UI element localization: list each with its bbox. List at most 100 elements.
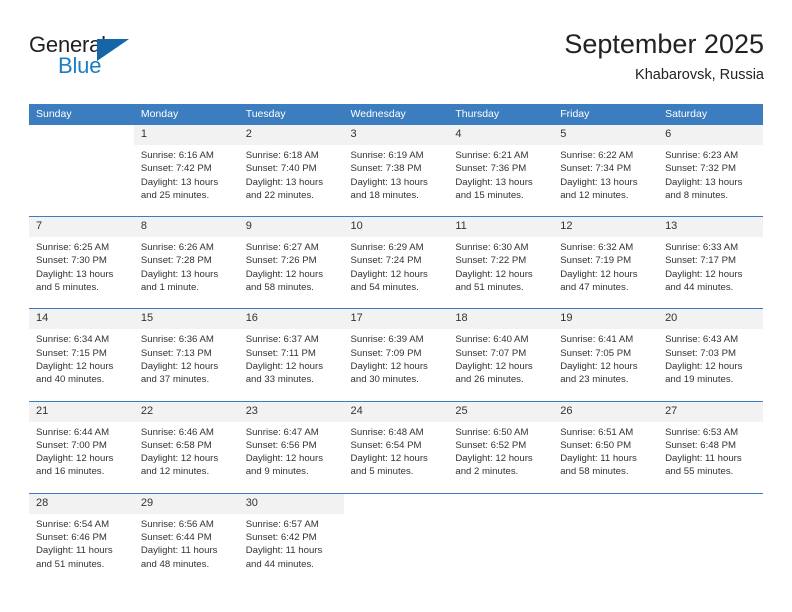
day-number[interactable]: 12 bbox=[553, 217, 659, 238]
sunset-time: Sunset: 6:46 PM bbox=[36, 532, 107, 544]
day-number[interactable]: 21 bbox=[29, 401, 134, 422]
day-number[interactable]: 24 bbox=[343, 401, 449, 422]
day-cell[interactable]: Sunrise: 6:41 AM Sunset: 7:05 PM Daylight:… bbox=[553, 329, 659, 389]
daylight-duration-line1: Daylight: 13 hours bbox=[560, 176, 638, 188]
empty-day-cell bbox=[658, 513, 763, 573]
day-cell[interactable]: Sunrise: 6:34 AM Sunset: 7:15 PM Daylight:… bbox=[29, 329, 134, 389]
day-cell[interactable]: Sunrise: 6:44 AM Sunset: 7:00 PM Daylight:… bbox=[29, 421, 134, 481]
day-cell[interactable]: Sunrise: 6:47 AM Sunset: 6:56 PM Daylight:… bbox=[238, 421, 344, 481]
general-blue-logo[interactable]: General Blue bbox=[29, 32, 149, 84]
day-cell[interactable]: Sunrise: 6:23 AM Sunset: 7:32 PM Daylight:… bbox=[658, 145, 763, 205]
day-cell[interactable]: Sunrise: 6:37 AM Sunset: 7:11 PM Daylight:… bbox=[238, 329, 344, 389]
daylight-duration-line1: Daylight: 13 hours bbox=[140, 268, 219, 280]
day-number[interactable]: 11 bbox=[448, 217, 554, 238]
day-cell[interactable]: Sunrise: 6:54 AM Sunset: 6:46 PM Daylight:… bbox=[29, 513, 134, 573]
daylight-duration-line2: and 40 minutes. bbox=[36, 374, 105, 386]
day-number[interactable]: 15 bbox=[133, 309, 239, 330]
day-cell[interactable]: Sunrise: 6:40 AM Sunset: 7:07 PM Daylight:… bbox=[448, 329, 554, 389]
week-gap-cell bbox=[29, 388, 763, 401]
day-number[interactable]: 10 bbox=[343, 217, 449, 238]
day-number[interactable]: 17 bbox=[343, 309, 449, 330]
daylight-duration-line2: and 9 minutes. bbox=[245, 466, 309, 478]
day-cell[interactable]: Sunrise: 6:56 AM Sunset: 6:44 PM Daylight:… bbox=[133, 513, 239, 573]
day-cell[interactable]: Sunrise: 6:29 AM Sunset: 7:24 PM Daylight:… bbox=[343, 237, 449, 297]
sunrise-time: Sunrise: 6:39 AM bbox=[350, 334, 424, 346]
sunrise-time: Sunrise: 6:47 AM bbox=[245, 426, 319, 438]
day-cell[interactable]: Sunrise: 6:43 AM Sunset: 7:03 PM Daylight:… bbox=[658, 329, 763, 389]
day-cell[interactable]: Sunrise: 6:33 AM Sunset: 7:17 PM Daylight:… bbox=[658, 237, 763, 297]
day-number[interactable]: 29 bbox=[133, 493, 239, 514]
sunrise-time: Sunrise: 6:16 AM bbox=[140, 150, 214, 161]
day-number[interactable]: 7 bbox=[29, 217, 134, 238]
day-number[interactable]: 25 bbox=[448, 401, 554, 422]
day-cell[interactable]: Sunrise: 6:19 AM Sunset: 7:38 PM Daylight:… bbox=[343, 145, 449, 205]
day-cell[interactable]: Sunrise: 6:16 AM Sunset: 7:42 PM Daylight:… bbox=[133, 145, 239, 205]
day-cell[interactable]: Sunrise: 6:27 AM Sunset: 7:26 PM Daylight:… bbox=[238, 237, 344, 297]
weekday-header-monday: Monday bbox=[133, 104, 239, 125]
day-number[interactable]: 18 bbox=[448, 309, 554, 330]
sunset-time: Sunset: 7:24 PM bbox=[350, 255, 422, 267]
daylight-duration-line2: and 44 minutes. bbox=[245, 558, 314, 570]
day-cell[interactable]: Sunrise: 6:26 AM Sunset: 7:28 PM Daylight:… bbox=[133, 237, 239, 297]
day-number[interactable]: 22 bbox=[133, 401, 239, 422]
day-number[interactable]: 20 bbox=[658, 309, 763, 330]
day-number[interactable]: 23 bbox=[238, 401, 344, 422]
daylight-duration-line1: Daylight: 13 hours bbox=[140, 176, 219, 188]
day-cell[interactable]: Sunrise: 6:53 AM Sunset: 6:48 PM Daylight:… bbox=[658, 421, 763, 481]
daylight-duration-line1: Daylight: 13 hours bbox=[665, 176, 743, 188]
sunset-time: Sunset: 7:09 PM bbox=[350, 347, 422, 359]
day-number[interactable]: 6 bbox=[658, 125, 763, 145]
daylight-duration-line1: Daylight: 11 hours bbox=[36, 545, 113, 557]
day-number[interactable]: 16 bbox=[238, 309, 344, 330]
daylight-duration-line2: and 19 minutes. bbox=[665, 374, 734, 386]
day-number[interactable]: 8 bbox=[133, 217, 239, 238]
day-cell[interactable]: Sunrise: 6:50 AM Sunset: 6:52 PM Daylight:… bbox=[448, 421, 554, 481]
day-cell[interactable]: Sunrise: 6:22 AM Sunset: 7:34 PM Daylight:… bbox=[553, 145, 659, 205]
day-cell[interactable]: Sunrise: 6:46 AM Sunset: 6:58 PM Daylight:… bbox=[133, 421, 239, 481]
day-number[interactable]: 1 bbox=[133, 125, 239, 145]
daylight-duration-line1: Daylight: 12 hours bbox=[455, 453, 533, 465]
empty-day-cell bbox=[29, 145, 134, 205]
day-number[interactable]: 26 bbox=[553, 401, 659, 422]
day-number[interactable]: 27 bbox=[658, 401, 763, 422]
day-number[interactable]: 14 bbox=[29, 309, 134, 330]
day-cell[interactable]: Sunrise: 6:39 AM Sunset: 7:09 PM Daylight:… bbox=[343, 329, 449, 389]
daylight-duration-line2: and 12 minutes. bbox=[560, 189, 629, 201]
daylight-duration-line1: Daylight: 11 hours bbox=[140, 545, 218, 557]
daylight-duration-line1: Daylight: 12 hours bbox=[140, 360, 219, 372]
day-number[interactable]: 30 bbox=[238, 493, 344, 514]
daylight-duration-line1: Daylight: 12 hours bbox=[350, 360, 428, 372]
day-cell[interactable]: Sunrise: 6:57 AM Sunset: 6:42 PM Daylight:… bbox=[238, 513, 344, 573]
daylight-duration-line2: and 5 minutes. bbox=[350, 466, 414, 478]
day-cell[interactable]: Sunrise: 6:51 AM Sunset: 6:50 PM Daylight:… bbox=[553, 421, 659, 481]
daylight-duration-line2: and 47 minutes. bbox=[560, 282, 629, 294]
week-daynumber-row: 21 22 23 24 25 26 27 bbox=[29, 401, 763, 422]
day-number[interactable]: 5 bbox=[553, 125, 659, 145]
day-cell[interactable]: Sunrise: 6:48 AM Sunset: 6:54 PM Daylight:… bbox=[343, 421, 449, 481]
day-cell[interactable]: Sunrise: 6:25 AM Sunset: 7:30 PM Daylight:… bbox=[29, 237, 134, 297]
day-number[interactable]: 19 bbox=[553, 309, 659, 330]
daylight-duration-line2: and 23 minutes. bbox=[560, 374, 629, 386]
daylight-duration-line2: and 48 minutes. bbox=[140, 558, 210, 570]
sunset-time: Sunset: 7:26 PM bbox=[245, 255, 317, 267]
day-cell[interactable]: Sunrise: 6:18 AM Sunset: 7:40 PM Daylight:… bbox=[238, 145, 344, 205]
daylight-duration-line1: Daylight: 12 hours bbox=[665, 360, 743, 372]
day-cell[interactable]: Sunrise: 6:21 AM Sunset: 7:36 PM Daylight:… bbox=[448, 145, 554, 205]
day-cell[interactable]: Sunrise: 6:30 AM Sunset: 7:22 PM Daylight:… bbox=[448, 237, 554, 297]
weekday-header-saturday: Saturday bbox=[658, 104, 763, 125]
daylight-duration-line2: and 58 minutes. bbox=[560, 466, 629, 478]
day-cell[interactable]: Sunrise: 6:36 AM Sunset: 7:13 PM Daylight:… bbox=[133, 329, 239, 389]
day-number[interactable]: 2 bbox=[238, 125, 344, 145]
day-number[interactable]: 13 bbox=[658, 217, 763, 238]
day-cell[interactable]: Sunrise: 6:32 AM Sunset: 7:19 PM Daylight:… bbox=[553, 237, 659, 297]
sunset-time: Sunset: 6:50 PM bbox=[560, 439, 632, 451]
day-number[interactable]: 3 bbox=[343, 125, 449, 145]
sunrise-time: Sunrise: 6:53 AM bbox=[665, 426, 739, 438]
day-number[interactable]: 9 bbox=[238, 217, 344, 238]
sunset-time: Sunset: 6:48 PM bbox=[665, 439, 736, 451]
week-detail-row: Sunrise: 6:25 AM Sunset: 7:30 PM Daylight:… bbox=[29, 237, 763, 297]
day-number[interactable]: 28 bbox=[29, 493, 134, 514]
daylight-duration-line2: and 15 minutes. bbox=[455, 189, 524, 201]
week-gap bbox=[29, 480, 763, 493]
day-number[interactable]: 4 bbox=[448, 125, 554, 145]
